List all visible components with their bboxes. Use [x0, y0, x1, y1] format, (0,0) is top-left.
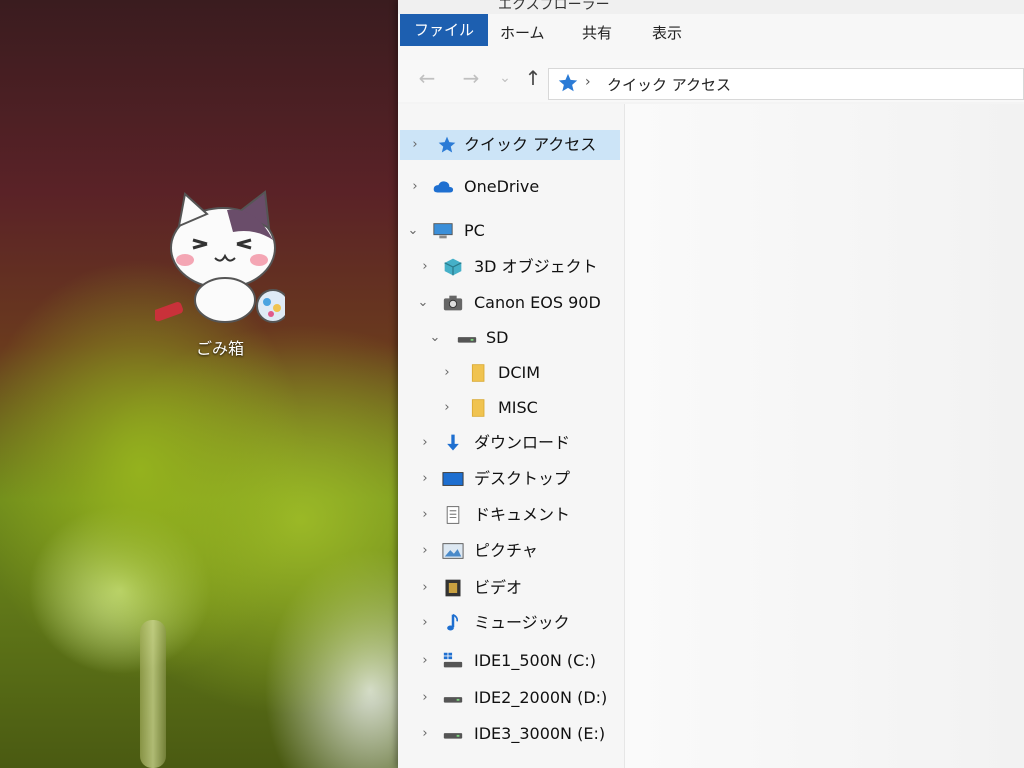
- desktop-wallpaper: [0, 0, 400, 768]
- nav-item-label: DCIM: [498, 363, 541, 382]
- tab-file[interactable]: ファイル: [400, 14, 489, 46]
- window-title: エクスプローラー: [498, 0, 610, 13]
- navigation-pane: › クイック アクセス › OneDrive ⌄ PC › 3D オブジェクト …: [398, 104, 624, 768]
- up-button[interactable]: ↑: [520, 66, 546, 90]
- document-icon: [446, 506, 460, 524]
- nav-item-music[interactable]: › ミュージック: [414, 608, 620, 638]
- recent-locations-button[interactable]: ⌄: [492, 70, 518, 86]
- nav-item-label: ビデオ: [474, 578, 523, 597]
- windows-drive-icon: [443, 652, 463, 668]
- chevron-down-icon[interactable]: ⌄: [406, 216, 420, 246]
- breadcrumb-quick-access[interactable]: クイック アクセス: [607, 74, 731, 95]
- desktop-icon: [442, 472, 464, 486]
- nav-item-label: SD: [486, 328, 509, 347]
- camera-icon: [443, 295, 463, 311]
- tab-home[interactable]: ホーム: [486, 18, 559, 48]
- nav-item-label: MISC: [498, 398, 538, 417]
- nav-item-label: PC: [464, 221, 485, 240]
- nav-item-pc[interactable]: ⌄ PC: [400, 216, 620, 246]
- nav-item-label: ミュージック: [474, 613, 570, 632]
- nav-item-drive-d[interactable]: › IDE2_2000N (D:): [414, 683, 620, 713]
- chevron-right-icon[interactable]: ›: [418, 608, 432, 638]
- folder-icon: [471, 399, 485, 417]
- file-explorer-window: エクスプローラー ファイル ホーム 共有 表示 ← → ⌄ ↑ › クイック ア…: [398, 0, 1024, 768]
- picture-icon: [442, 543, 464, 559]
- monitor-icon: [433, 223, 453, 239]
- nav-item-label: ピクチャ: [474, 541, 538, 560]
- nav-item-label: 3D オブジェクト: [474, 257, 598, 276]
- nav-item-desktop[interactable]: › デスクトップ: [414, 464, 620, 494]
- ribbon-tabs: ファイル ホーム 共有 表示: [398, 14, 1024, 61]
- nav-item-label: ダウンロード: [474, 433, 571, 452]
- chevron-right-icon[interactable]: ›: [408, 172, 422, 202]
- nav-item-label: クイック アクセス: [464, 135, 597, 154]
- tab-view[interactable]: 表示: [638, 18, 696, 48]
- nav-item-label: Canon EOS 90D: [474, 293, 601, 312]
- star-icon: [558, 73, 578, 92]
- drive-icon: [443, 697, 463, 703]
- chevron-right-icon[interactable]: ›: [418, 683, 432, 713]
- content-pane[interactable]: [624, 104, 1024, 768]
- address-bar[interactable]: › クイック アクセス: [548, 68, 1024, 100]
- nav-item-dcim[interactable]: › DCIM: [438, 358, 620, 388]
- chevron-right-icon[interactable]: ›: [440, 393, 454, 423]
- cloud-icon: [433, 181, 454, 193]
- folder-icon: [471, 364, 485, 382]
- music-icon: [447, 613, 459, 631]
- nav-item-label: IDE2_2000N (D:): [474, 688, 608, 707]
- nav-item-label: IDE1_500N (C:): [474, 651, 596, 670]
- nav-item-sd[interactable]: ⌄ SD: [426, 323, 620, 353]
- chevron-right-icon[interactable]: ›: [440, 358, 454, 388]
- nav-item-label: ドキュメント: [474, 505, 571, 524]
- nav-item-label: デスクトップ: [474, 469, 571, 488]
- nav-item-quick-access[interactable]: › クイック アクセス: [400, 130, 620, 160]
- nav-item-videos[interactable]: › ビデオ: [414, 573, 620, 603]
- nav-item-drive-e[interactable]: › IDE3_3000N (E:): [414, 719, 620, 749]
- wallpaper-flower-stem: [140, 620, 166, 768]
- forward-button[interactable]: →: [458, 66, 484, 90]
- nav-item-onedrive[interactable]: › OneDrive: [400, 172, 620, 202]
- chevron-right-icon[interactable]: ›: [418, 536, 432, 566]
- nav-item-canon-eos-90d[interactable]: ⌄ Canon EOS 90D: [414, 288, 620, 318]
- chevron-down-icon[interactable]: ⌄: [428, 323, 442, 353]
- breadcrumb-separator: ›: [585, 74, 591, 90]
- chevron-right-icon[interactable]: ›: [418, 428, 432, 458]
- chevron-down-icon[interactable]: ⌄: [416, 288, 430, 318]
- navigation-bar: ← → ⌄ ↑ › クイック アクセス: [398, 60, 1024, 102]
- nav-item-label: IDE3_3000N (E:): [474, 724, 606, 743]
- drive-icon: [443, 733, 463, 739]
- chevron-right-icon[interactable]: ›: [418, 464, 432, 494]
- back-button[interactable]: ←: [414, 66, 440, 90]
- chevron-right-icon[interactable]: ›: [418, 500, 432, 530]
- chevron-right-icon[interactable]: ›: [418, 646, 432, 676]
- recycle-bin-cat-icon: [155, 190, 285, 323]
- star-icon: [438, 136, 456, 153]
- nav-item-pictures[interactable]: › ピクチャ: [414, 536, 620, 566]
- recycle-bin-label: ごみ箱: [195, 339, 244, 358]
- nav-item-drive-c[interactable]: › IDE1_500N (C:): [414, 646, 620, 676]
- tab-share[interactable]: 共有: [568, 18, 626, 48]
- cube-icon: [444, 258, 462, 276]
- drive-icon: [457, 337, 477, 343]
- nav-item-documents[interactable]: › ドキュメント: [414, 500, 620, 530]
- chevron-right-icon[interactable]: ›: [418, 719, 432, 749]
- nav-item-misc[interactable]: › MISC: [438, 393, 620, 423]
- chevron-right-icon[interactable]: ›: [418, 252, 432, 282]
- nav-item-downloads[interactable]: › ダウンロード: [414, 428, 620, 458]
- nav-item-3d-objects[interactable]: › 3D オブジェクト: [414, 252, 620, 282]
- nav-item-label: OneDrive: [464, 177, 540, 196]
- chevron-right-icon[interactable]: ›: [408, 130, 422, 160]
- recycle-bin-shortcut[interactable]: ごみ箱: [150, 188, 290, 359]
- download-icon: [447, 434, 459, 451]
- chevron-right-icon[interactable]: ›: [418, 573, 432, 603]
- video-icon: [445, 579, 461, 597]
